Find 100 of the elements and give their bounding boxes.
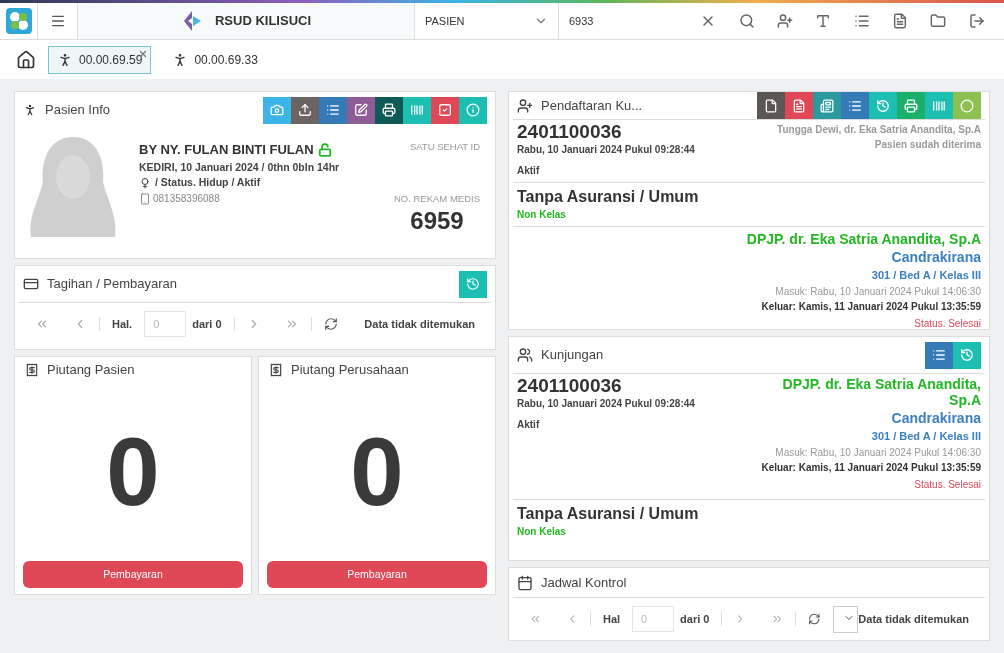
patient-tab[interactable]: 00.00.69.59 [48,45,152,74]
visit-status: Status. Selesai [914,477,981,492]
receipt-icon [269,363,283,377]
page-total: dari 0 [680,611,710,627]
visit-status: Status. Selesai [914,316,981,331]
panel-title: Pendaftaran Ku... [541,96,643,115]
toolbar-button[interactable] [375,96,403,124]
barcode-icon [932,98,946,113]
camera-icon [270,103,284,117]
room-bed: 301 / Bed A / Kelas III [871,429,981,444]
ward-name: Candrakirana [891,409,981,428]
payment-button[interactable]: Pembayaran [267,561,487,588]
add-user-icon [517,97,533,114]
list-icon [853,13,870,29]
class-label: Non Kelas [517,524,567,539]
medical-record-label: NO. REKAM MEDIS [393,192,480,207]
registration-number: 2401100036 [517,122,623,142]
page-input[interactable]: 0 [632,606,675,632]
toolbar-button[interactable] [925,341,953,369]
menu-icon[interactable] [49,13,66,29]
info-icon [466,103,480,117]
insurance-name: Tanpa Asuransi / Umum [517,187,700,207]
class-label: Non Kelas [517,208,567,222]
receivable-amount: 0 [106,424,160,520]
status-message: Data tidak ditemukan [364,316,475,332]
registration-date: Rabu, 10 Januari 2024 Pukul 09:28:44 [517,143,695,157]
toolbar-button[interactable] [319,96,347,124]
person-icon [23,103,37,117]
toolbar-button[interactable] [347,96,375,124]
app-name: RSUD KILISUCI [214,12,312,31]
female-icon [139,177,151,190]
admission-time: Masuk: Rabu, 10 Januari 2024 Pukul 14:06:30 [775,445,981,460]
search-type-select[interactable]: PASIEN [415,3,559,39]
document-icon [892,13,909,29]
panel-title: Piutang Pasien [47,361,135,380]
person-icon [57,51,73,68]
room-bed: 301 / Bed A / Kelas III [871,268,981,283]
panel-title: Jadwal Kontrol [541,573,627,592]
doctor-name: DPJP. dr. Eka Satria Anandita, Sp.A [781,376,981,408]
card-icon [820,98,834,113]
toolbar-button[interactable] [813,92,841,119]
search-icon [738,13,755,29]
doctor-name: DPJP. dr. Eka Satria Anandita, Sp.A [746,231,981,247]
refresh-icon[interactable] [323,317,338,331]
registration-date: Rabu, 10 Januari 2024 Pukul 09:28:44 [517,397,695,411]
list-icon [326,103,340,117]
history-icon [466,277,480,291]
toolbar-button[interactable] [431,96,459,124]
toolbar-button[interactable] [291,96,319,124]
registration-state: Aktif [517,418,541,432]
medical-record-number: 6959 [410,206,464,235]
status-message: Data tidak ditemukan [858,611,969,627]
toolbar-button[interactable] [841,92,869,119]
discharge-time: Keluar: Kamis, 11 Januari 2024 Pukul 13:35:59 [761,299,981,314]
logo-icon [5,8,32,34]
toolbar-button[interactable] [757,92,785,119]
payment-button[interactable]: Pembayaran [23,561,243,588]
admission-time: Masuk: Rabu, 10 Januari 2024 Pukul 14:06:30 [775,284,981,299]
logout-icon [968,13,985,29]
birth-info: KEDIRI, 10 Januari 2024 / 0thn 0bln 14hr [139,159,341,175]
patient-tab[interactable]: 00.00.69.33 [163,45,267,74]
list-icon [932,348,946,362]
text-icon [815,13,832,29]
refresh-icon[interactable] [808,612,821,626]
staff-names: Tungga Dewi, dr. Eka Satria Anandita, Sp.A [777,123,981,137]
upload-icon [298,103,312,117]
discharge-time: Keluar: Kamis, 11 Januari 2024 Pukul 13:35:59 [761,460,981,475]
registration-state: Aktif [517,164,541,178]
document-icon [792,98,806,113]
printer-icon [904,98,918,113]
page-total: dari 0 [192,316,222,332]
panel-title: Piutang Perusahaan [291,361,409,380]
home-icon[interactable] [16,49,36,70]
receivable-amount: 0 [350,424,404,520]
barcode-icon [410,103,424,117]
printer-icon [382,103,396,117]
add-user-icon [776,13,793,29]
page-input[interactable]: 0 [144,311,187,337]
patient-status: / Status. Hidup / Aktif [155,175,261,191]
first-page-icon[interactable] [35,317,49,331]
history-button[interactable] [459,270,487,298]
edit-icon [354,103,368,117]
calendar-icon [517,574,533,591]
acceptance-note: Pasien sudah diterima [874,138,981,152]
ward-name: Candrakirana [891,248,981,267]
history-icon [960,348,974,362]
toolbar-button[interactable] [785,92,813,119]
phone-number: 081358396088 [153,192,220,206]
panel-title: Kunjungan [541,346,604,365]
card-icon [23,276,39,292]
satu-sehat-label: SATU SEHAT ID [409,140,481,154]
page-label: Hal. [112,316,133,332]
panel-title: Tagihan / Pembayaran [47,275,178,294]
patient-name: BY NY. FULAN BINTI FULAN [139,141,314,159]
receipt-icon [25,363,39,377]
users-icon [517,347,533,363]
search-field[interactable]: 6933 [559,3,689,39]
phone-icon [139,192,151,205]
panel-title: Pasien Info [45,101,111,120]
file-icon [764,98,778,113]
